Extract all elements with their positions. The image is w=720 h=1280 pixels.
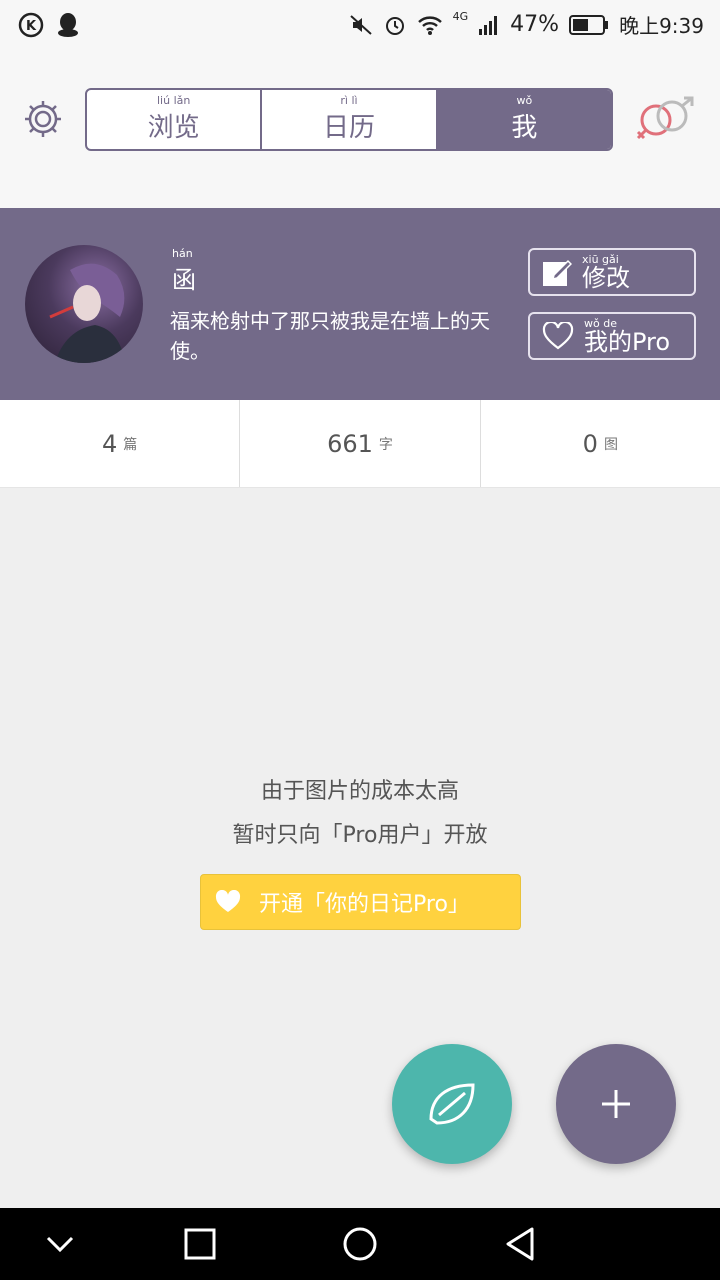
upgrade-pro-label: 开通「你的日记Pro」 — [259, 892, 470, 917]
heart-icon — [542, 322, 574, 350]
tab-me-label: 我 — [511, 113, 538, 143]
mute-icon — [349, 14, 372, 35]
stat-images[interactable]: 0 图 — [481, 400, 720, 487]
stat-words-unit: 字 — [378, 436, 393, 453]
add-fab[interactable] — [556, 1044, 676, 1164]
wifi-icon — [417, 15, 442, 35]
gender-icon[interactable] — [634, 96, 698, 142]
pro-only-message: 由于图片的成本太高 暂时只向「Pro用户」开放 — [0, 770, 720, 858]
signal-icon — [479, 15, 498, 35]
username: hán 函 — [172, 247, 196, 295]
leaf-icon — [429, 1083, 475, 1125]
tab-browse-label: 浏览 — [147, 113, 200, 143]
top-header: liú lǎn 浏览 rì lì 日历 wǒ 我 — [0, 52, 720, 208]
message-line-2: 暂时只向「Pro用户」开放 — [232, 823, 488, 848]
stat-words-value: 661 — [327, 429, 373, 458]
qq-icon — [58, 13, 78, 37]
tab-calendar-label: 日历 — [322, 113, 375, 143]
battery-icon — [569, 14, 609, 35]
my-pro-button[interactable]: wǒ de 我的Pro — [528, 312, 696, 360]
system-nav-bar — [0, 1208, 720, 1280]
tab-calendar[interactable]: rì lì 日历 — [262, 90, 438, 149]
username-text: 函 — [172, 266, 196, 294]
write-diary-fab[interactable] — [392, 1044, 512, 1164]
edit-profile-label: 修改 — [582, 264, 630, 292]
stat-posts-unit: 篇 — [123, 436, 138, 453]
upgrade-pro-button[interactable]: 开通「你的日记Pro」 — [200, 874, 521, 930]
home-circle-icon[interactable] — [342, 1226, 378, 1262]
settings-gear-icon[interactable] — [22, 98, 64, 140]
alarm-icon — [385, 16, 404, 35]
stats-bar: 4 篇 661 字 0 图 — [0, 400, 720, 488]
svg-text:K: K — [26, 19, 37, 34]
recents-square-icon[interactable] — [182, 1226, 218, 1262]
stat-images-value: 0 — [582, 429, 598, 458]
heart-icon — [215, 890, 241, 912]
k-app-icon: K — [18, 12, 44, 38]
avatar[interactable] — [25, 245, 143, 363]
message-line-1: 由于图片的成本太高 — [260, 779, 459, 804]
profile-card: hán 函 福来枪射中了那只被我是在墙上的天使。 xiū gǎi 修改 wǒ d… — [0, 208, 720, 400]
chevron-down-icon[interactable] — [42, 1226, 78, 1262]
edit-profile-button[interactable]: xiū gǎi 修改 — [528, 248, 696, 296]
stat-posts-value: 4 — [102, 429, 118, 458]
status-bar: K 4G 47% 晚上9:39 — [0, 0, 720, 52]
tab-browse[interactable]: liú lǎn 浏览 — [87, 90, 263, 149]
stat-images-unit: 图 — [603, 436, 618, 453]
bio-text: 福来枪射中了那只被我是在墙上的天使。 — [170, 309, 490, 363]
stat-words[interactable]: 661 字 — [240, 400, 481, 487]
back-triangle-icon[interactable] — [502, 1226, 538, 1262]
battery-percent: 47% — [510, 12, 560, 37]
my-pro-label: 我的Pro — [584, 328, 671, 356]
edit-icon — [543, 259, 572, 286]
stat-posts[interactable]: 4 篇 — [0, 400, 241, 487]
tab-me[interactable]: wǒ 我 — [437, 90, 611, 149]
avatar-image — [49, 263, 125, 363]
plus-icon — [602, 1090, 630, 1118]
main-tabs: liú lǎn 浏览 rì lì 日历 wǒ 我 — [85, 88, 613, 151]
clock: 晚上9:39 — [619, 14, 704, 38]
network-type: 4G — [452, 10, 469, 23]
